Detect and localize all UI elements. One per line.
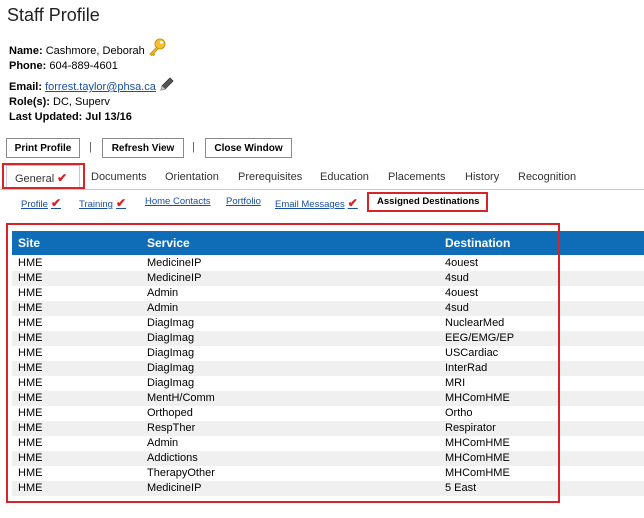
subtab-label: Email Messages <box>275 199 345 210</box>
phone-value: 604-889-4601 <box>49 60 118 72</box>
updated-value: Jul 13/16 <box>85 111 132 123</box>
subtab-home-contacts[interactable]: Home Contacts <box>145 196 210 207</box>
subtab-profile[interactable]: Profile ✔ <box>21 196 61 210</box>
updated-label: Last Updated: <box>9 111 83 123</box>
key-icon[interactable] <box>147 38 167 58</box>
roles-label: Role(s): <box>9 96 50 108</box>
check-icon: ✔ <box>50 196 61 210</box>
email-label: Email: <box>9 81 43 93</box>
tab-placements[interactable]: Placements <box>388 165 445 189</box>
subtab-email-messages[interactable]: Email Messages ✔ <box>275 196 358 210</box>
name-label: Name: <box>9 45 43 57</box>
name-line: Name: Cashmore, Deborah <box>9 44 145 58</box>
subtab-training[interactable]: Training ✔ <box>79 196 126 210</box>
page-title: Staff Profile <box>7 5 100 25</box>
toolbar-separator: | <box>89 141 92 153</box>
tab-education[interactable]: Education <box>320 165 369 189</box>
subtab-label: Training <box>79 199 113 210</box>
check-icon: ✔ <box>347 196 358 210</box>
tab-history[interactable]: History <box>465 165 499 189</box>
email-link[interactable]: forrest.taylor@phsa.ca <box>45 81 156 93</box>
tab-prerequisites[interactable]: Prerequisites <box>238 165 302 189</box>
tab-documents[interactable]: Documents <box>91 165 147 189</box>
tab-recognition[interactable]: Recognition <box>518 165 576 189</box>
phone-label: Phone: <box>9 60 47 72</box>
updated-line: Last Updated: Jul 13/16 <box>9 110 132 124</box>
name-value: Cashmore, Deborah <box>45 45 145 57</box>
pencil-icon[interactable] <box>158 75 176 93</box>
phone-line: Phone: 604-889-4601 <box>9 59 118 73</box>
tab-general-highlight <box>2 163 85 189</box>
subtab-highlight <box>367 192 488 212</box>
email-line: Email: forrest.taylor@phsa.ca <box>9 80 156 94</box>
roles-line: Role(s): DC, Superv <box>9 95 110 109</box>
toolbar-separator: | <box>192 141 195 153</box>
close-window-button[interactable]: Close Window <box>205 138 292 158</box>
refresh-view-button[interactable]: Refresh View <box>102 138 184 158</box>
table-highlight <box>6 223 560 503</box>
roles-value: DC, Superv <box>53 96 110 108</box>
subtab-portfolio[interactable]: Portfolio <box>226 196 261 207</box>
print-profile-button[interactable]: Print Profile <box>6 138 80 158</box>
subtab-label: Profile <box>21 199 48 210</box>
main-tabs: General ✔ Documents Orientation Prerequis… <box>0 165 644 190</box>
check-icon: ✔ <box>115 196 127 210</box>
tab-orientation[interactable]: Orientation <box>165 165 219 189</box>
